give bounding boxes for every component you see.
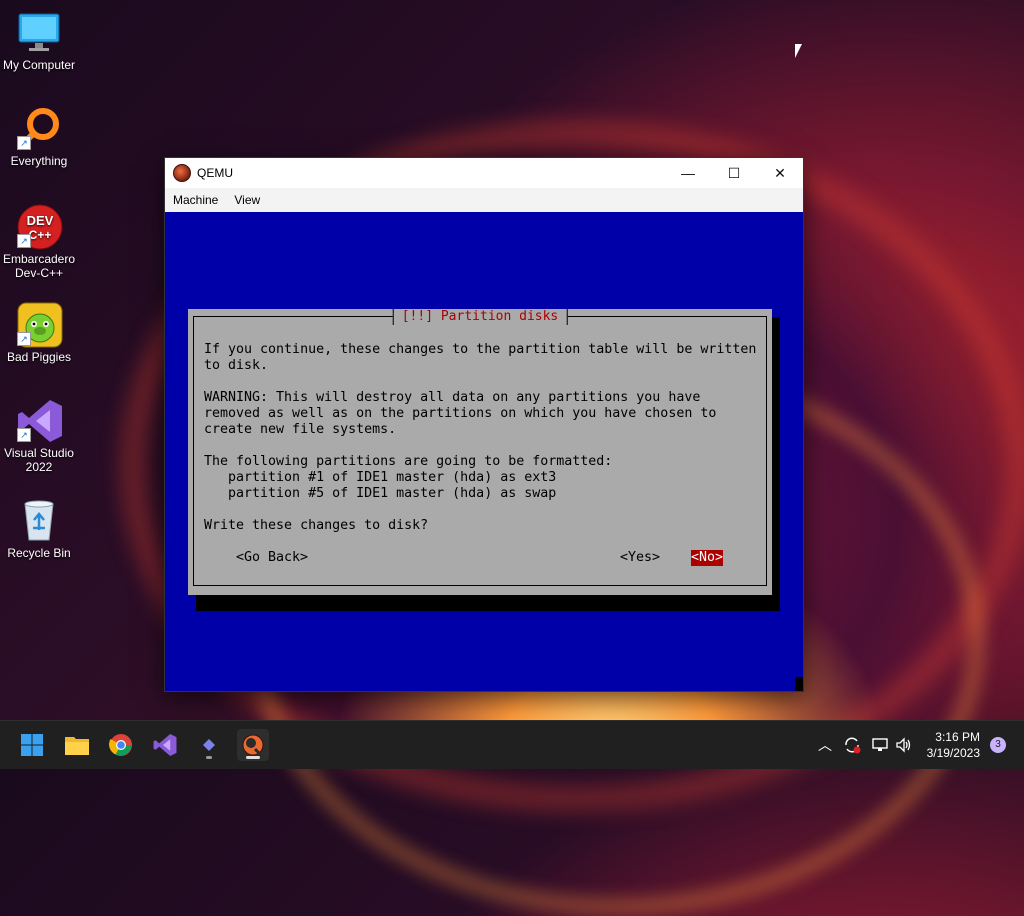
dialog-line: to disk. (204, 358, 269, 373)
recycle-bin-icon (17, 498, 61, 542)
network-icon (872, 738, 888, 751)
menu-view[interactable]: View (226, 193, 268, 207)
mouse-cursor-icon (795, 44, 809, 58)
tray-clock[interactable]: 3:16 PM 3/19/2023 (927, 729, 980, 761)
bad-piggies-icon: ↗ (17, 302, 63, 348)
windows-logo-icon (21, 734, 43, 756)
go-back-button[interactable]: <Go Back> (236, 550, 308, 566)
menu-machine[interactable]: Machine (165, 193, 226, 207)
devcpp-icon: DEV C++ ↗ (17, 204, 63, 250)
svg-text:DEV: DEV (27, 213, 54, 228)
partition-dialog: [!!] Partition disks If you continue, th… (188, 309, 772, 595)
window-title: QEMU (197, 166, 233, 180)
qemu-app-icon (173, 164, 191, 182)
tray-sync-icon[interactable] (843, 721, 861, 769)
shortcut-arrow-icon: ↗ (17, 428, 31, 442)
desktop-icon-devcpp[interactable]: DEV C++ ↗ Embarcadero Dev-C++ (0, 204, 78, 280)
chrome-icon (109, 734, 132, 756)
desktop-icon-recycle-bin[interactable]: Recycle Bin (0, 498, 78, 560)
desktop-icon-label-line2: 2022 (25, 460, 53, 474)
desktop-icon-label-line1: Visual Studio (4, 446, 74, 460)
clock-date: 3/19/2023 (926, 746, 980, 760)
menu-bar: Machine View (165, 188, 803, 212)
desktop-icon-everything[interactable]: ↗ Everything (0, 106, 78, 168)
taskbar-file-explorer[interactable] (61, 729, 93, 761)
desktop-icon-label: Recycle Bin (7, 546, 71, 560)
visual-studio-icon (153, 734, 177, 756)
clock-time: 3:16 PM (935, 730, 980, 744)
active-indicator (246, 756, 260, 759)
tray-overflow-button[interactable]: ︿ (818, 721, 832, 769)
dialog-line: removed as well as on the partitions on … (204, 406, 717, 421)
dialog-line: If you continue, these changes to the pa… (204, 342, 757, 357)
tray-network-icon[interactable] (871, 721, 889, 769)
close-button[interactable]: ✕ (757, 158, 803, 188)
dialog-line: create new file systems. (204, 422, 397, 437)
qemu-icon (242, 734, 264, 757)
dialog-line: WARNING: This will destroy all data on a… (204, 390, 701, 405)
chevron-up-icon: ︿ (818, 737, 832, 753)
dialog-line: partition #1 of IDE1 master (hda) as ext… (204, 470, 557, 485)
title-bar[interactable]: QEMU — ☐ ✕ (165, 158, 803, 188)
vm-display[interactable]: [!!] Partition disks If you continue, th… (165, 212, 803, 691)
taskbar-chrome[interactable] (105, 729, 137, 761)
desktop-icon-label: Everything (10, 154, 68, 168)
shortcut-arrow-icon: ↗ (17, 332, 31, 346)
desktop-icon-label-line2: Dev-C++ (14, 266, 64, 280)
taskbar: ︿ 3:16 PM 3/19/2023 3 (0, 720, 1024, 769)
tray-volume-icon[interactable] (895, 721, 913, 769)
desktop-icon-label-line1: Embarcadero (2, 252, 76, 266)
taskbar-teams[interactable] (193, 729, 225, 761)
running-indicator (206, 756, 212, 759)
shortcut-arrow-icon: ↗ (17, 136, 31, 150)
minimize-button[interactable]: — (665, 158, 711, 188)
folder-icon (65, 737, 89, 755)
qemu-window[interactable]: QEMU — ☐ ✕ Machine View [!!] Partition d… (164, 157, 804, 692)
dialog-line: partition #5 of IDE1 master (hda) as swa… (204, 486, 557, 501)
teams-icon (203, 739, 215, 751)
monitor-icon (17, 10, 61, 54)
yes-button[interactable]: <Yes> (620, 550, 660, 566)
svg-text:C++: C++ (29, 228, 52, 242)
dialog-question: Write these changes to disk? (204, 518, 429, 533)
notification-badge[interactable]: 3 (990, 737, 1006, 753)
shortcut-arrow-icon: ↗ (17, 234, 31, 248)
desktop-icon-bad-piggies[interactable]: ↗ Bad Piggies (0, 302, 78, 364)
desktop-icon-visual-studio[interactable]: ↗ Visual Studio 2022 (0, 398, 78, 474)
magnifier-icon: ↗ (17, 106, 61, 150)
desktop-icon-my-computer[interactable]: My Computer (0, 10, 78, 72)
desktop-icon-label: My Computer (2, 58, 76, 72)
cursor-block (795, 677, 803, 691)
speaker-icon (896, 737, 911, 753)
dialog-title: [!!] Partition disks (392, 309, 568, 325)
taskbar-visual-studio[interactable] (149, 729, 181, 761)
desktop-icon-label: Bad Piggies (6, 350, 72, 364)
maximize-button[interactable]: ☐ (711, 158, 757, 188)
dialog-line: The following partitions are going to be… (204, 454, 613, 469)
taskbar-qemu[interactable] (237, 729, 269, 761)
no-button[interactable]: <No> (691, 550, 724, 566)
start-button[interactable] (16, 729, 48, 761)
sync-alert-icon (845, 737, 861, 754)
visual-studio-icon: ↗ (17, 398, 62, 442)
